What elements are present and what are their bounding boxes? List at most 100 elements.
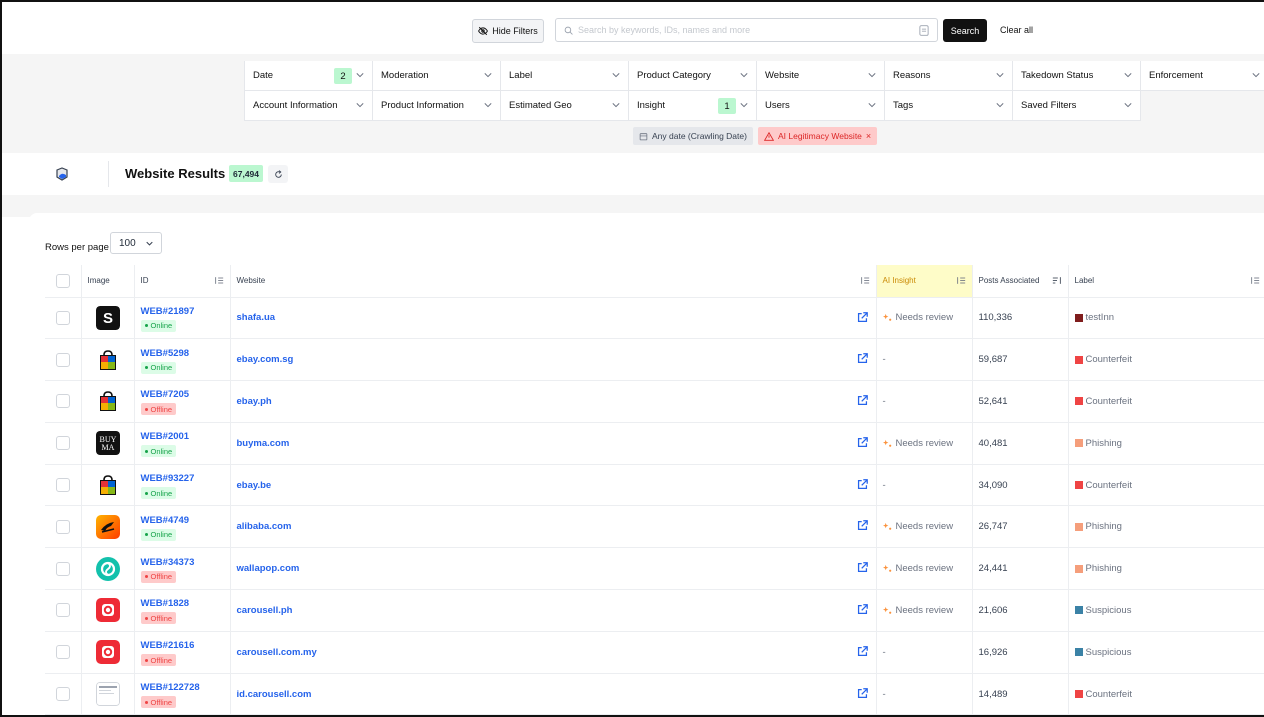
row-checkbox[interactable] (56, 478, 70, 493)
filter-dropdown[interactable]: Label (501, 61, 629, 91)
row-id-link[interactable]: WEB#5298 (141, 348, 224, 359)
website-link[interactable]: alibaba.com (237, 521, 292, 532)
buyma-logo-icon[interactable]: BUY MA (95, 431, 120, 456)
sort-icon[interactable] (956, 276, 966, 285)
col-label[interactable]: Label (1068, 265, 1264, 298)
website-link[interactable]: ebay.be (237, 480, 272, 491)
label-tag[interactable]: Phishing (1074, 563, 1261, 574)
external-link-icon[interactable] (857, 604, 868, 615)
website-link[interactable]: carousell.ph (237, 605, 293, 616)
col-posts-associated[interactable]: Posts Associated (972, 265, 1069, 298)
filter-dropdown[interactable]: Moderation (373, 61, 501, 91)
table-row[interactable]: BUY MA WEB#2001 Online buyma.com Needs review… (45, 422, 1264, 465)
table-row[interactable]: WEB#34373 Offline wallapop.com Needs review… (45, 547, 1264, 591)
page-thumb-icon[interactable] (95, 682, 120, 707)
filter-dropdown[interactable]: Website (757, 61, 885, 91)
row-id-link[interactable]: WEB#34373 (141, 557, 224, 568)
ebay-bag-icon[interactable] (95, 347, 120, 372)
row-checkbox[interactable] (56, 394, 70, 409)
filter-dropdown[interactable]: Users (757, 91, 885, 121)
row-checkbox[interactable] (56, 436, 70, 451)
external-link-icon[interactable] (857, 311, 868, 323)
external-link-icon[interactable] (857, 520, 868, 531)
label-tag[interactable]: Counterfeit (1074, 396, 1261, 407)
filter-dropdown[interactable]: Date 2 (245, 61, 373, 91)
carousell-logo-icon[interactable] (95, 598, 120, 623)
ebay-bag-icon[interactable] (95, 389, 120, 414)
row-checkbox[interactable] (56, 310, 70, 325)
website-link[interactable]: wallapop.com (237, 563, 300, 574)
row-id-link[interactable]: WEB#1828 (141, 598, 224, 609)
external-link-icon[interactable] (857, 437, 868, 448)
sort-icon[interactable] (214, 276, 224, 285)
row-checkbox[interactable] (56, 352, 70, 367)
row-id-link[interactable]: WEB#4749 (141, 515, 224, 526)
sort-desc-icon[interactable] (1052, 276, 1062, 285)
table-row[interactable]: WEB#4749 Online alibaba.com Needs review 26,… (45, 505, 1264, 549)
website-link[interactable]: id.carousell.com (237, 689, 312, 700)
external-link-icon[interactable] (857, 687, 868, 699)
filter-dropdown[interactable]: Saved Filters (1013, 91, 1141, 121)
sort-icon[interactable] (860, 276, 870, 285)
image-search-icon[interactable] (919, 24, 929, 36)
label-tag[interactable]: Counterfeit (1074, 480, 1261, 491)
table-row[interactable]: S WEB#21897 Online shafa.ua Needs review 110,… (45, 297, 1264, 340)
row-checkbox[interactable] (56, 687, 70, 702)
col-ai-insight[interactable]: AI Insight (876, 265, 973, 298)
website-link[interactable]: ebay.com.sg (237, 354, 294, 365)
alibaba-logo-icon[interactable] (95, 514, 120, 539)
remove-chip-icon[interactable]: × (866, 131, 871, 141)
sort-icon[interactable] (1250, 276, 1260, 285)
filter-dropdown[interactable]: Takedown Status (1013, 61, 1141, 91)
website-link[interactable]: buyma.com (237, 438, 290, 449)
col-website[interactable]: Website (230, 265, 877, 298)
table-row[interactable]: WEB#1828 Offline carousell.ph Needs review 2… (45, 589, 1264, 632)
filter-dropdown[interactable]: Product Category (629, 61, 757, 91)
row-id-link[interactable]: WEB#122728 (141, 682, 224, 693)
external-link-icon[interactable] (857, 478, 868, 490)
wallapop-logo-icon[interactable] (95, 556, 120, 581)
website-link[interactable]: carousell.com.my (237, 647, 317, 658)
external-link-icon[interactable] (857, 353, 868, 364)
table-row[interactable]: WEB#5298 Online ebay.com.sg - 59,687 Counterf… (45, 338, 1264, 382)
external-link-icon[interactable] (857, 395, 868, 406)
row-checkbox[interactable] (56, 519, 70, 534)
refresh-button[interactable] (268, 165, 288, 183)
label-tag[interactable]: Suspicious (1074, 605, 1261, 616)
search-input[interactable] (578, 25, 914, 35)
carousell-logo-icon[interactable] (95, 640, 120, 665)
website-link[interactable]: ebay.ph (237, 396, 272, 407)
row-id-link[interactable]: WEB#2001 (141, 431, 224, 442)
filter-dropdown[interactable]: Product Information (373, 91, 501, 121)
label-tag[interactable]: Suspicious (1074, 647, 1261, 658)
label-tag[interactable]: Counterfeit (1074, 354, 1261, 365)
clear-all-link[interactable]: Clear all (1000, 25, 1033, 35)
search-field[interactable] (555, 18, 938, 42)
rows-per-page-select[interactable]: 100 (110, 232, 162, 254)
col-id[interactable]: ID (134, 265, 231, 298)
table-row[interactable]: WEB#122728 Offline id.carousell.com - 14,489… (45, 673, 1264, 715)
filter-dropdown[interactable]: Reasons (885, 61, 1013, 91)
filter-dropdown[interactable]: Tags (885, 91, 1013, 121)
hide-filters-button[interactable]: Hide Filters (472, 19, 544, 43)
external-link-icon[interactable] (857, 562, 868, 573)
search-button[interactable]: Search (943, 19, 987, 42)
external-link-icon[interactable] (857, 646, 868, 657)
filter-dropdown[interactable]: Enforcement (1141, 61, 1264, 91)
row-checkbox[interactable] (56, 645, 70, 660)
row-id-link[interactable]: WEB#93227 (141, 473, 224, 484)
filter-dropdown[interactable]: Insight 1 (629, 91, 757, 121)
table-row[interactable]: WEB#7205 Offline ebay.ph - 52,641 Counterfeit (45, 380, 1264, 423)
label-tag[interactable]: testInn (1074, 312, 1261, 323)
website-link[interactable]: shafa.ua (237, 312, 276, 323)
filter-dropdown[interactable]: Account Information (245, 91, 373, 121)
row-checkbox[interactable] (56, 561, 70, 576)
row-checkbox[interactable] (56, 603, 70, 618)
label-tag[interactable]: Counterfeit (1074, 689, 1261, 700)
filter-dropdown[interactable]: Estimated Geo (501, 91, 629, 121)
row-id-link[interactable]: WEB#21897 (141, 306, 224, 317)
label-tag[interactable]: Phishing (1074, 438, 1261, 449)
row-id-link[interactable]: WEB#21616 (141, 640, 224, 651)
date-chip[interactable]: Any date (Crawling Date) (633, 127, 753, 145)
legitimacy-chip[interactable]: AI Legitimacy Website × (757, 127, 878, 145)
